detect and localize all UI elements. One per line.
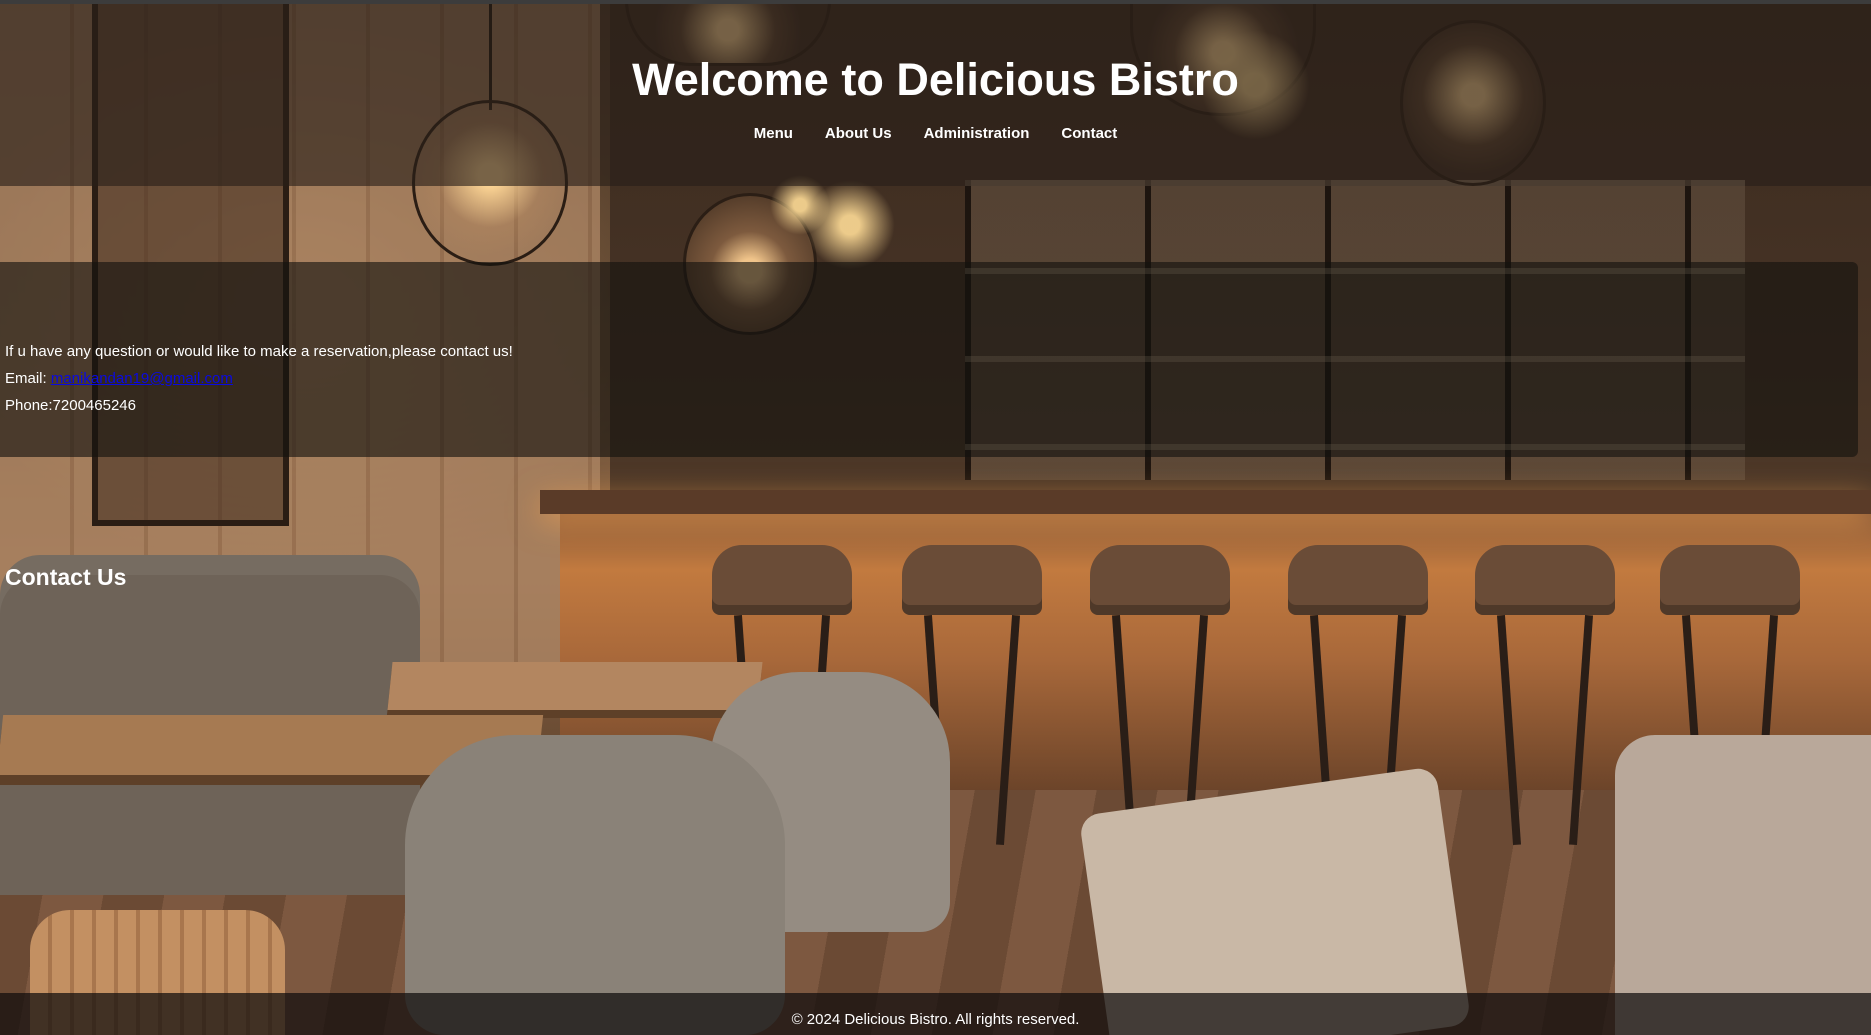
armchair — [405, 735, 785, 1035]
site-footer: © 2024 Delicious Bistro. All rights rese… — [0, 993, 1871, 1035]
contact-phone: Phone:7200465246 — [5, 397, 136, 414]
contact-intro: If u have any question or would like to … — [5, 343, 513, 360]
lounge-chair — [1615, 735, 1871, 1035]
email-link[interactable]: manikandan19@gmail.com — [51, 370, 233, 387]
nav-link-contact[interactable]: Contact — [1061, 122, 1117, 146]
contact-email-line: Email: manikandan19@gmail.com — [5, 369, 233, 389]
nav-link-menu[interactable]: Menu — [754, 122, 793, 146]
site-header: Welcome to Delicious Bistro Menu About U… — [0, 4, 1871, 186]
nav-link-about-us[interactable]: About Us — [825, 122, 892, 146]
email-label: Email: — [5, 370, 51, 387]
contact-heading: Contact Us — [5, 564, 127, 590]
nav-link-administration[interactable]: Administration — [924, 122, 1030, 146]
dining-table — [387, 662, 763, 710]
main-nav: Menu About Us Administration Contact — [0, 122, 1871, 146]
site-title: Welcome to Delicious Bistro — [632, 54, 1239, 105]
bar-counter-top — [540, 490, 1871, 514]
contact-section: Contact Us If u have any question or wou… — [0, 262, 1858, 590]
footer-copyright: © 2024 Delicious Bistro. All rights rese… — [791, 1011, 1080, 1028]
bar-stool — [1475, 545, 1615, 845]
